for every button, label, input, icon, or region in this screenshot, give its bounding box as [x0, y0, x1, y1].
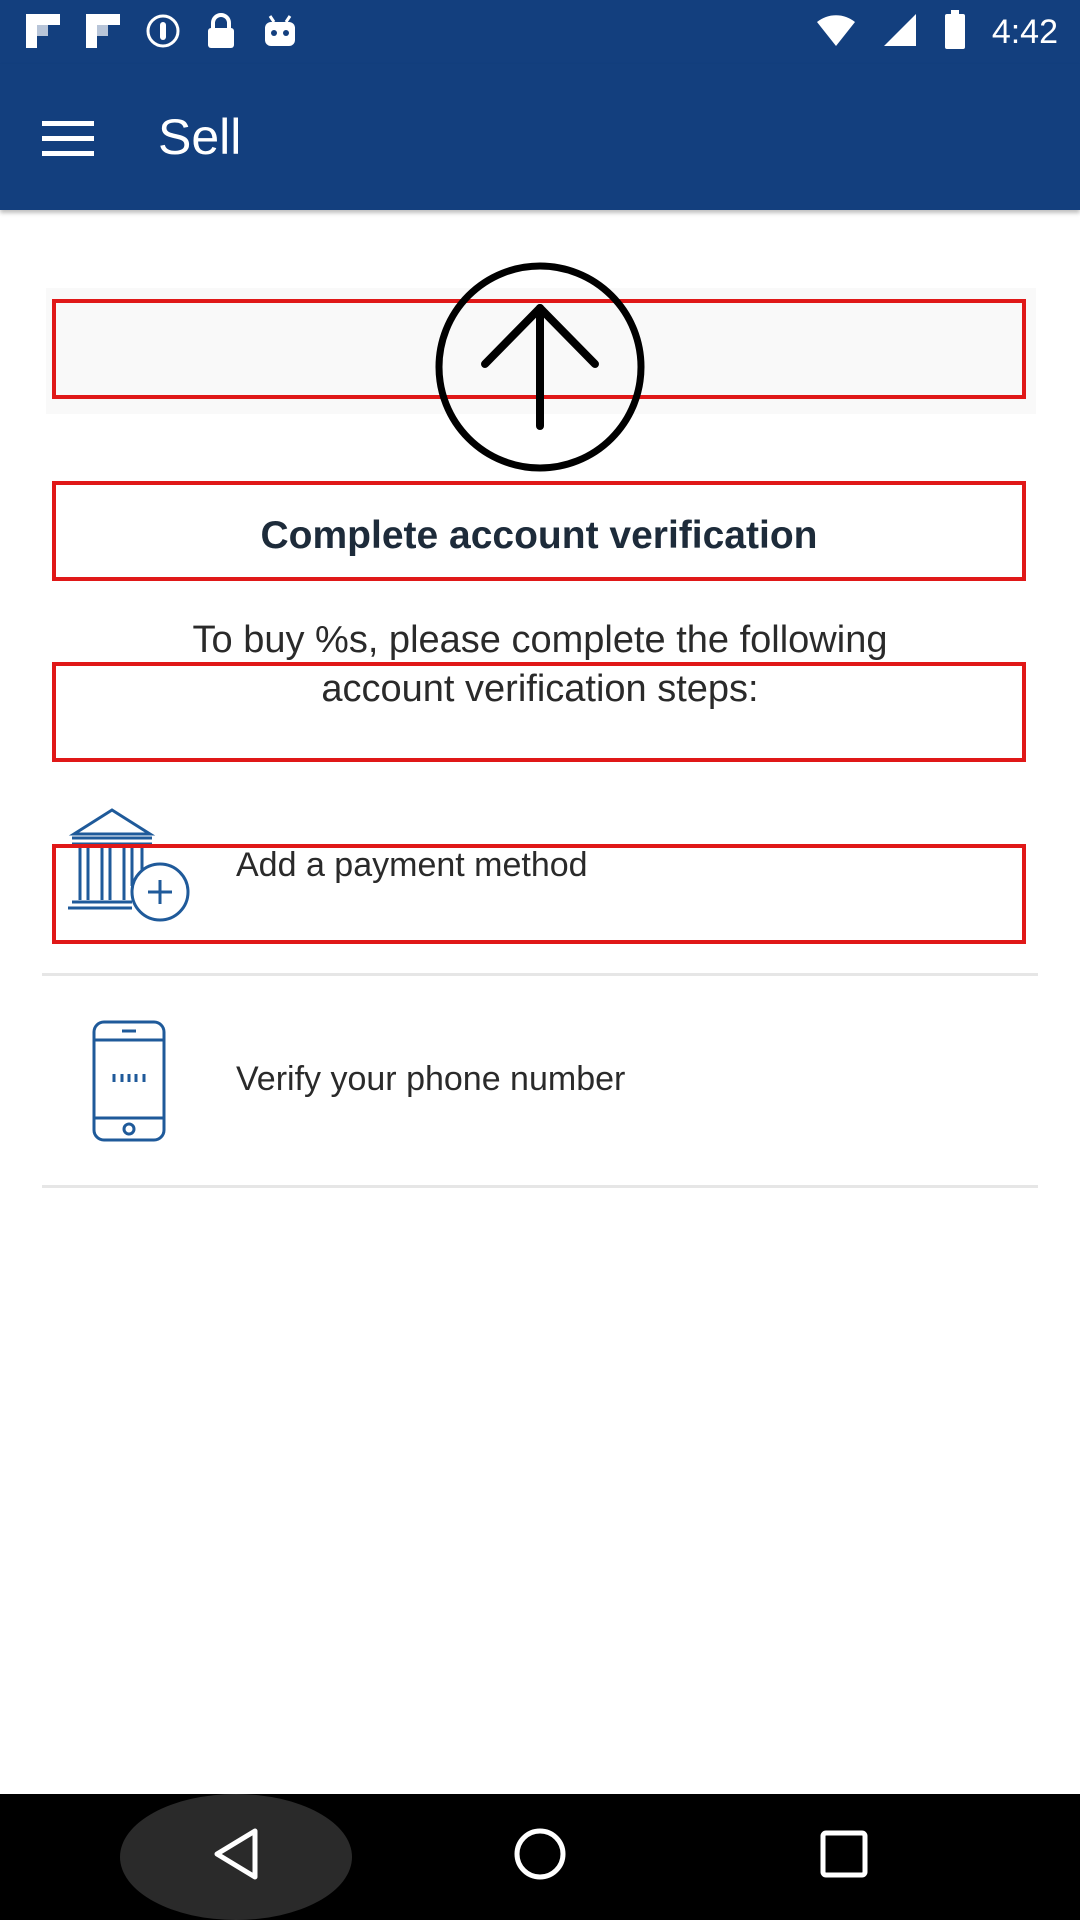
divider [42, 1185, 1038, 1188]
verification-heading: Complete account verification [260, 514, 818, 557]
menu-icon [42, 121, 94, 156]
status-notification-icons [24, 12, 300, 55]
description-line: To buy %s, please complete the following [192, 619, 888, 661]
lock-icon [204, 12, 238, 55]
status-system-icons: 4:42 [816, 10, 1058, 55]
page-title: Sell [158, 109, 242, 165]
menu-button[interactable] [38, 108, 98, 168]
step-label: Verify your phone number [236, 1060, 626, 1098]
android-icon [260, 12, 300, 55]
flipboard-icon [84, 12, 122, 55]
home-button[interactable] [500, 1814, 580, 1894]
battery-icon [944, 10, 966, 55]
status-time: 4:42 [991, 13, 1058, 51]
info-circle-icon [144, 12, 182, 55]
upload-arrow-icon [435, 262, 645, 472]
back-icon [214, 1828, 258, 1880]
wifi-icon [816, 12, 856, 53]
highlight-box [52, 662, 1026, 762]
back-button[interactable] [196, 1814, 276, 1894]
status-bar: 4:42 [0, 0, 1080, 64]
step-label: Add a payment method [236, 846, 588, 884]
recents-button[interactable] [804, 1814, 884, 1894]
recents-icon [820, 1830, 868, 1878]
signal-icon [882, 12, 918, 53]
home-icon [514, 1828, 566, 1880]
flipboard-icon [24, 12, 62, 55]
system-nav-bar [0, 1794, 1080, 1920]
app-bar: Sell [0, 64, 1080, 210]
phone-icon [92, 1020, 166, 1142]
